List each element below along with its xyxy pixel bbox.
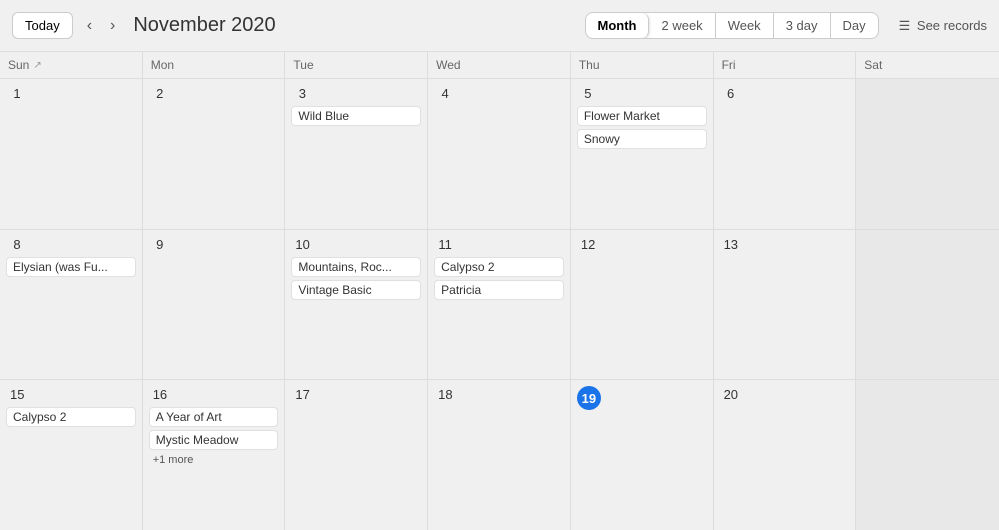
event-wild-blue[interactable]: Wild Blue [291,106,421,126]
next-button[interactable]: › [106,15,119,37]
day-cell-sat-1 [856,79,999,229]
event-calypso-2-nov11[interactable]: Calypso 2 [434,257,564,277]
day-cell-6: 6 [714,79,857,229]
weeks-container: 1 2 3 Wild Blue 4 5 Flower Market Snowy … [0,79,999,530]
day-cell-9: 9 [143,230,286,380]
month-title: November 2020 [133,14,574,37]
day-cell-13: 13 [714,230,857,380]
day-number: 11 [434,236,456,253]
day-number: 16 [149,386,171,403]
event-snowy[interactable]: Snowy [577,129,707,149]
sort-icon: ↗ [33,60,41,71]
hamburger-icon: ☰ [899,18,911,33]
day-header-fri: Fri [714,52,857,78]
see-records-button[interactable]: ☰ See records [899,18,987,34]
day-header-sun: Sun ↗ [0,52,143,78]
day-cell-11: 11 Calypso 2 Patricia [428,230,571,380]
week-row-3: 15 Calypso 2 16 A Year of Art Mystic Mea… [0,380,999,530]
week-row-1: 1 2 3 Wild Blue 4 5 Flower Market Snowy … [0,79,999,230]
day-number: 8 [6,236,28,253]
view-switcher: Month 2 week Week 3 day Day [585,12,879,39]
day-cell-5: 5 Flower Market Snowy [571,79,714,229]
day-number: 4 [434,85,456,102]
calendar: Sun ↗ Mon Tue Wed Thu Fri Sat 1 2 3 Wild… [0,52,999,530]
day-cell-17: 17 [285,380,428,530]
prev-button[interactable]: ‹ [83,15,96,37]
day-cell-15: 15 Calypso 2 [0,380,143,530]
event-flower-market[interactable]: Flower Market [577,106,707,126]
week-row-2: 8 Elysian (was Fu... 9 10 Mountains, Roc… [0,230,999,381]
view-week[interactable]: Week [716,13,774,38]
day-cell-18: 18 [428,380,571,530]
day-number: 6 [720,85,742,102]
view-day[interactable]: Day [831,13,878,38]
day-cell-20: 20 [714,380,857,530]
event-elysian[interactable]: Elysian (was Fu... [6,257,136,277]
day-number: 2 [149,85,171,102]
day-number: 1 [6,85,28,102]
day-cell-12: 12 [571,230,714,380]
day-cell-3: 3 Wild Blue [285,79,428,229]
day-number: 18 [434,386,456,403]
event-mountains[interactable]: Mountains, Roc... [291,257,421,277]
day-number: 12 [577,236,599,253]
day-cell-10: 10 Mountains, Roc... Vintage Basic [285,230,428,380]
day-number: 13 [720,236,742,253]
day-header-thu: Thu [571,52,714,78]
event-mystic-meadow[interactable]: Mystic Meadow [149,430,279,450]
day-cell-1: 1 [0,79,143,229]
today-button[interactable]: Today [12,12,73,39]
day-number: 10 [291,236,313,253]
day-headers: Sun ↗ Mon Tue Wed Thu Fri Sat [0,52,999,79]
day-number: 9 [149,236,171,253]
day-cell-sat-2 [856,230,999,380]
day-cell-16: 16 A Year of Art Mystic Meadow +1 more [143,380,286,530]
day-number: 17 [291,386,313,403]
day-number: 5 [577,85,599,102]
day-number: 20 [720,386,742,403]
day-cell-19: 19 [571,380,714,530]
more-events-link[interactable]: +1 more [149,453,279,467]
day-header-wed: Wed [428,52,571,78]
day-cell-4: 4 [428,79,571,229]
event-year-of-art[interactable]: A Year of Art [149,407,279,427]
day-number-today: 19 [577,386,601,410]
view-2week[interactable]: 2 week [649,13,715,38]
event-patricia[interactable]: Patricia [434,280,564,300]
view-3day[interactable]: 3 day [774,13,831,38]
day-cell-2: 2 [143,79,286,229]
day-number: 3 [291,85,313,102]
day-cell-8: 8 Elysian (was Fu... [0,230,143,380]
event-vintage-basic[interactable]: Vintage Basic [291,280,421,300]
view-month[interactable]: Month [586,13,650,38]
day-header-sat: Sat [856,52,999,78]
event-calypso-2-nov15[interactable]: Calypso 2 [6,407,136,427]
day-header-tue: Tue [285,52,428,78]
day-cell-sat-3 [856,380,999,530]
day-number: 15 [6,386,28,403]
day-header-mon: Mon [143,52,286,78]
top-bar: Today ‹ › November 2020 Month 2 week Wee… [0,0,999,52]
